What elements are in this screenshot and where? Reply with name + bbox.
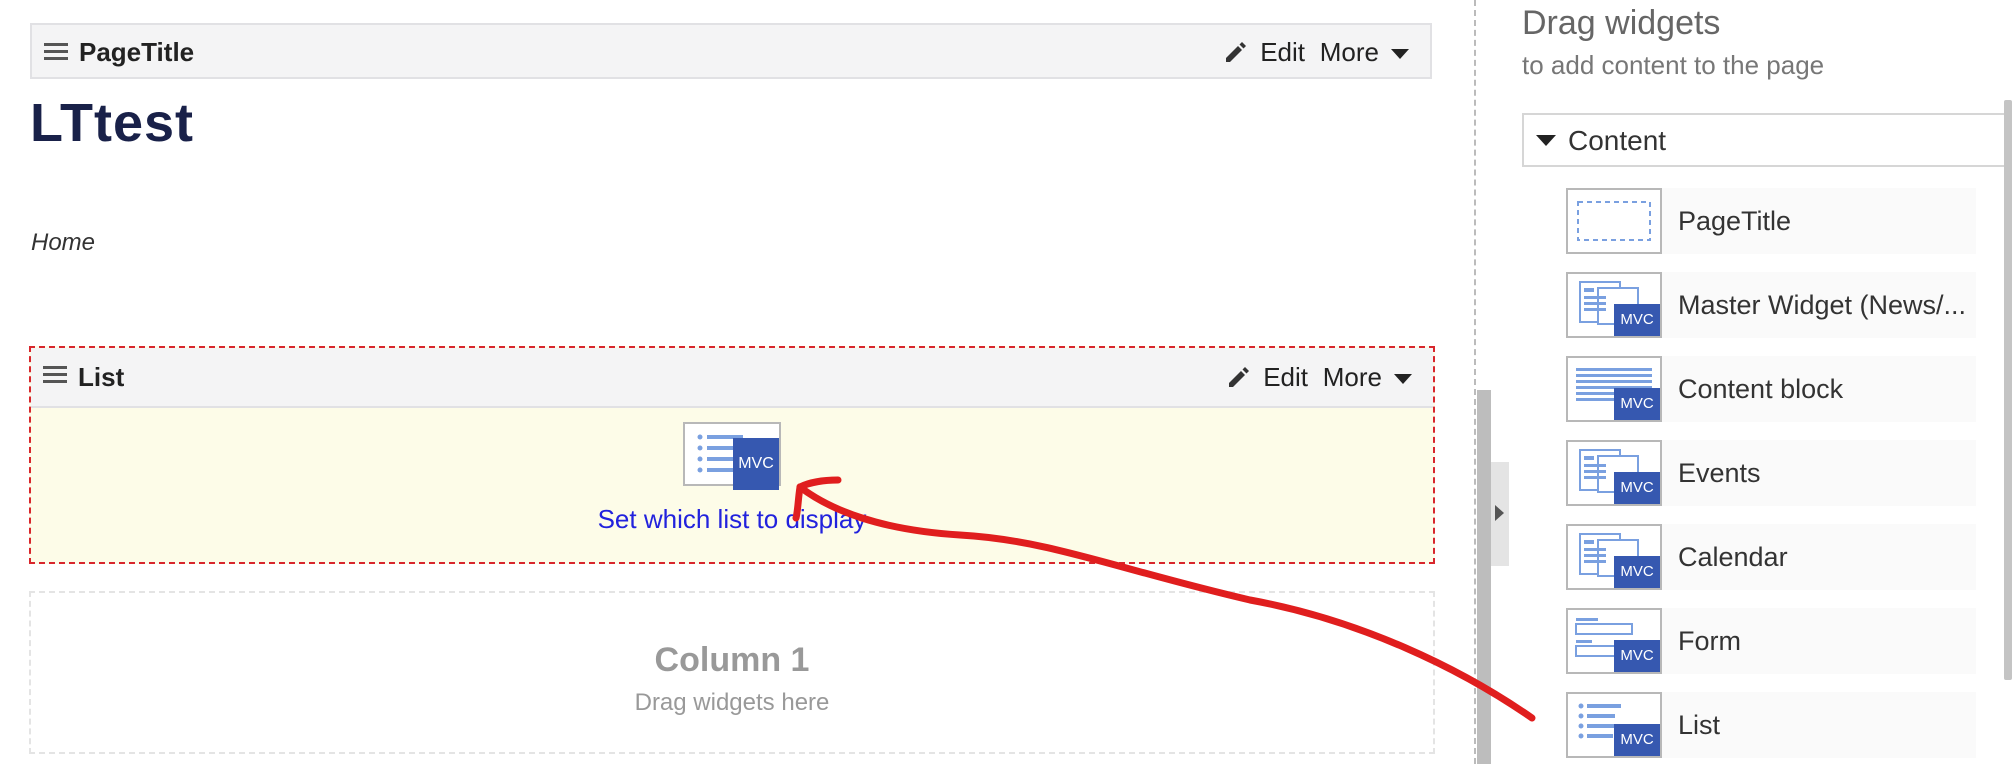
more-label: More <box>1319 37 1379 67</box>
content-block-icon: MVC <box>1566 356 1662 422</box>
panel-title: Drag widgets <box>1522 4 1721 42</box>
widget-item-content-block[interactable]: MVC Content block <box>1566 356 1976 426</box>
form-icon: MVC <box>1566 608 1662 674</box>
list-widget-icon: MVC <box>683 422 781 490</box>
edit-label: Edit <box>1260 37 1305 67</box>
widget-title: PageTitle <box>79 37 195 67</box>
widget-item-form[interactable]: MVC Form <box>1566 608 1976 678</box>
column-title: Column 1 <box>654 641 810 679</box>
panel-divider <box>1474 0 1476 764</box>
widget-item-label: Content block <box>1678 374 1844 404</box>
panel-subtitle: to add content to the page <box>1522 50 1825 80</box>
widget-item-label: Events <box>1678 458 1761 488</box>
page-editor: PageTitle Edit More LTtest Home List Edi… <box>0 0 1472 764</box>
more-dropdown[interactable]: More <box>1323 362 1412 393</box>
chevron-down-icon <box>1536 135 1556 146</box>
events-icon: MVC <box>1566 440 1662 506</box>
mvc-badge: MVC <box>1614 472 1660 504</box>
set-list-link[interactable]: Set which list to display <box>31 504 1433 535</box>
widget-item-list[interactable]: MVC List <box>1566 692 1976 762</box>
pencil-icon <box>1229 367 1250 387</box>
mvc-badge: MVC <box>1614 724 1660 756</box>
chevron-right-icon <box>1495 505 1504 521</box>
widget-item-label: PageTitle <box>1678 206 1792 236</box>
widget-item-label: Calendar <box>1678 542 1788 572</box>
drag-handle-icon[interactable] <box>43 366 67 384</box>
widget-item-events[interactable]: MVC Events <box>1566 440 1976 510</box>
calendar-icon: MVC <box>1566 524 1662 590</box>
edit-label: Edit <box>1263 362 1308 392</box>
collapse-panel-button[interactable] <box>1491 462 1509 566</box>
mvc-badge: MVC <box>1614 556 1660 588</box>
master-widget-icon: MVC <box>1566 272 1662 338</box>
widget-item-pagetitle[interactable]: PageTitle <box>1566 188 1976 258</box>
widget-item-calendar[interactable]: MVC Calendar <box>1566 524 1976 594</box>
edit-button[interactable]: Edit <box>1226 37 1305 68</box>
list-widget-header[interactable]: List Edit More <box>31 348 1433 408</box>
panel-scrollbar[interactable] <box>2004 100 2012 680</box>
list-icon: MVC <box>1566 692 1662 758</box>
panel-scrollbar-track[interactable] <box>1477 390 1491 764</box>
mvc-badge: MVC <box>1614 388 1660 420</box>
pencil-icon <box>1226 42 1247 62</box>
mvc-badge: MVC <box>1614 304 1660 336</box>
breadcrumb[interactable]: Home <box>31 229 95 257</box>
content-section-toggle[interactable]: Content <box>1522 113 2006 167</box>
page-heading: LTtest <box>30 93 194 153</box>
column-drop-zone[interactable]: Column 1 Drag widgets here <box>29 591 1435 754</box>
drag-handle-icon[interactable] <box>44 43 68 61</box>
widget-panel: Drag widgets to add content to the page … <box>1510 0 2012 764</box>
mvc-badge: MVC <box>733 438 779 490</box>
widget-item-label: Master Widget (News/... <box>1678 290 1967 320</box>
widget-item-master-widget[interactable]: MVC Master Widget (News/... <box>1566 272 1976 342</box>
mvc-badge: MVC <box>1614 640 1660 672</box>
section-label: Content <box>1568 125 1667 156</box>
more-dropdown[interactable]: More <box>1320 37 1409 68</box>
page-title-icon <box>1566 188 1662 254</box>
chevron-down-icon <box>1391 49 1409 59</box>
widget-item-label: Form <box>1678 626 1741 656</box>
chevron-down-icon <box>1394 374 1412 384</box>
edit-button[interactable]: Edit <box>1229 362 1308 393</box>
widget-title: List <box>78 362 125 392</box>
more-label: More <box>1322 362 1382 392</box>
list-widget[interactable]: List Edit More MVC Set which list to dis… <box>29 346 1435 564</box>
column-hint: Drag widgets here <box>634 689 830 716</box>
pagetitle-widget-header[interactable]: PageTitle Edit More <box>30 23 1432 79</box>
widget-item-label: List <box>1678 710 1721 740</box>
